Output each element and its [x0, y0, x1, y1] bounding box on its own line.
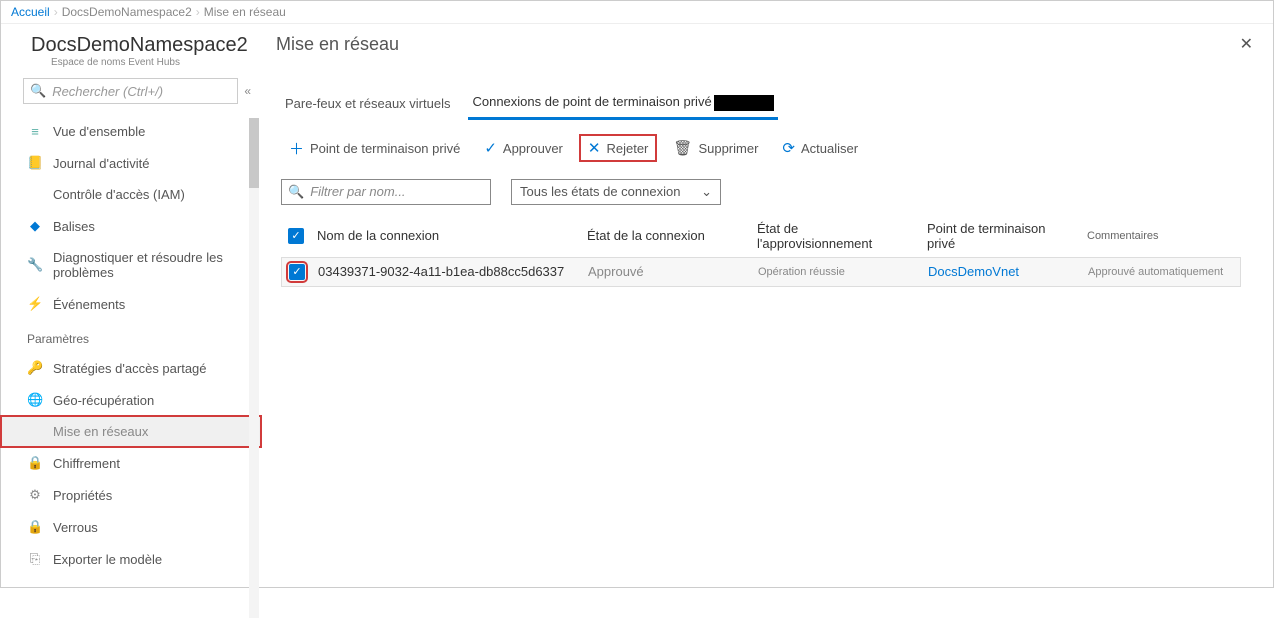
table-row[interactable]: ✓ 03439371-9032-4a11-b1ea-db88cc5d6337 A…: [281, 257, 1241, 287]
search-icon: 🔍: [30, 83, 46, 99]
bolt-icon: ⚡: [27, 296, 43, 312]
cell-connection-state: Approuvé: [582, 264, 752, 279]
tab-private-endpoint-connections[interactable]: Connexions de point de terminaison privé: [468, 88, 777, 120]
search-icon: 🔍: [288, 184, 304, 200]
sidebar-item-iam[interactable]: Contrôle d'accès (IAM): [1, 179, 261, 210]
sidebar-item-label: Vue d'ensemble: [53, 124, 145, 139]
sidebar-section-settings: Paramètres: [1, 320, 261, 352]
refresh-icon: ⟳: [782, 139, 795, 157]
wrench-icon: 🔧: [27, 257, 43, 273]
cell-provisioning-state: Opération réussie: [752, 266, 922, 278]
cell-private-endpoint-link[interactable]: DocsDemoVnet: [922, 264, 1082, 279]
refresh-button[interactable]: ⟳ Actualiser: [774, 135, 866, 161]
col-connection-state: État de la connexion: [581, 228, 751, 243]
button-label: Supprimer: [698, 141, 758, 156]
sidebar-item-locks[interactable]: 🔒 Verrous: [1, 511, 261, 543]
log-icon: 📒: [27, 155, 43, 171]
close-icon[interactable]: ✕: [1240, 34, 1253, 54]
sidebar-scrollbar-track[interactable]: [249, 118, 259, 618]
search-placeholder: Rechercher (Ctrl+/): [52, 84, 163, 99]
filter-state-dropdown[interactable]: Tous les états de connexion ⌄: [511, 179, 721, 205]
export-icon: ⎘: [27, 551, 43, 567]
breadcrumb-namespace[interactable]: DocsDemoNamespace2: [62, 5, 192, 19]
row-checkbox[interactable]: ✓: [289, 264, 305, 280]
search-input[interactable]: 🔍 Rechercher (Ctrl+/): [23, 78, 238, 104]
sidebar-item-label: Balises: [53, 219, 95, 234]
sidebar-item-label: Chiffrement: [53, 456, 120, 471]
sidebar-scrollbar-thumb[interactable]: [249, 118, 259, 188]
cell-connection-name: 03439371-9032-4a11-b1ea-db88cc5d6337: [312, 264, 582, 279]
col-private-endpoint: Point de terminaison privé: [921, 221, 1081, 251]
sidebar-item-label: Géo-récupération: [53, 393, 154, 408]
col-comments: Commentaires: [1081, 230, 1241, 242]
breadcrumb-home[interactable]: Accueil: [11, 5, 50, 19]
gear-icon: ⚙: [27, 487, 43, 503]
breadcrumb: Accueil › DocsDemoNamespace2 › Mise en r…: [1, 1, 1273, 24]
tab-firewalls[interactable]: Pare-feux et réseaux virtuels: [281, 90, 454, 117]
lock-icon: 🔒: [27, 519, 43, 535]
filter-row: 🔍 Filtrer par nom... Tous les états de c…: [281, 179, 1253, 205]
sidebar-menu: ≡ Vue d'ensemble 📒 Journal d'activité Cont…: [1, 112, 261, 575]
overview-icon: ≡: [27, 124, 43, 139]
check-icon: ✓: [484, 139, 497, 157]
sidebar-item-geo-recovery[interactable]: 🌐 Géo-récupération: [1, 384, 261, 416]
sidebar-item-diagnose[interactable]: 🔧 Diagnostiquer et résoudre les problèmes: [1, 242, 261, 288]
approve-button[interactable]: ✓ Approuver: [476, 135, 571, 161]
plus-icon: ＋: [289, 138, 304, 159]
table-header-row: ✓ Nom de la connexion État de la connexi…: [281, 215, 1241, 257]
connections-table: ✓ Nom de la connexion État de la connexi…: [281, 215, 1241, 287]
globe-icon: 🌐: [27, 392, 43, 408]
sidebar-item-activity-log[interactable]: 📒 Journal d'activité: [1, 147, 261, 179]
sidebar-item-label: Contrôle d'accès (IAM): [53, 187, 185, 202]
col-provisioning-state: État de l'approvisionnement: [751, 221, 921, 251]
dropdown-label: Tous les états de connexion: [520, 184, 680, 199]
add-private-endpoint-button[interactable]: ＋ Point de terminaison privé: [281, 134, 468, 163]
delete-button[interactable]: 🗑 Supprimer: [665, 135, 766, 161]
sidebar-item-label: Mise en réseaux: [53, 424, 148, 439]
trash-icon: 🗑: [673, 139, 692, 157]
sidebar-item-properties[interactable]: ⚙ Propriétés: [1, 479, 261, 511]
button-label: Point de terminaison privé: [310, 141, 460, 156]
reject-button[interactable]: ✕ Rejeter: [579, 134, 658, 162]
sidebar-item-label: Propriétés: [53, 488, 112, 503]
sidebar-item-overview[interactable]: ≡ Vue d'ensemble: [1, 116, 261, 147]
resource-subtitle: Espace de noms Event Hubs: [51, 57, 276, 68]
sidebar-item-networking[interactable]: Mise en réseaux: [1, 416, 261, 447]
sidebar-item-label: Stratégies d'accès partagé: [53, 361, 207, 376]
toolbar: ＋ Point de terminaison privé ✓ Approuver ✕…: [281, 134, 1253, 163]
key-icon: 🔑: [27, 360, 43, 376]
breadcrumb-page: Mise en réseau: [204, 5, 286, 19]
tab-bar: Pare-feux et réseaux virtuels Connexions…: [281, 88, 1253, 120]
main-panel: Pare-feux et réseaux virtuels Connexions…: [261, 78, 1273, 575]
x-icon: ✕: [588, 139, 601, 157]
cell-comments: Approuvé automatiquement: [1082, 266, 1240, 278]
lock-icon: 🔒: [27, 455, 43, 471]
sidebar-item-encryption[interactable]: 🔒 Chiffrement: [1, 447, 261, 479]
button-label: Rejeter: [606, 141, 648, 156]
redacted-block: [714, 95, 774, 111]
input-placeholder: Filtrer par nom...: [310, 184, 405, 199]
tab-label: Connexions de point de terminaison privé: [472, 94, 711, 109]
col-connection-name: Nom de la connexion: [311, 228, 581, 243]
page-title: Mise en réseau: [276, 34, 399, 55]
tags-icon: ◆: [27, 218, 43, 234]
sidebar-item-label: Exporter le modèle: [53, 552, 162, 567]
filter-name-input[interactable]: 🔍 Filtrer par nom...: [281, 179, 491, 205]
button-label: Actualiser: [801, 141, 858, 156]
sidebar: 🔍 Rechercher (Ctrl+/) « ≡ Vue d'ensemble …: [1, 78, 261, 575]
button-label: Approuver: [503, 141, 563, 156]
resource-title: DocsDemoNamespace2: [31, 34, 276, 57]
sidebar-item-tags[interactable]: ◆ Balises: [1, 210, 261, 242]
collapse-sidebar-icon[interactable]: «: [244, 84, 251, 98]
sidebar-item-shared-access[interactable]: 🔑 Stratégies d'accès partagé: [1, 352, 261, 384]
select-all-checkbox[interactable]: ✓: [288, 228, 304, 244]
sidebar-item-label: Verrous: [53, 520, 98, 535]
sidebar-item-label: Diagnostiquer et résoudre les problèmes: [53, 250, 251, 280]
sidebar-item-export-template[interactable]: ⎘ Exporter le modèle: [1, 543, 261, 575]
sidebar-item-events[interactable]: ⚡ Événements: [1, 288, 261, 320]
chevron-down-icon: ⌄: [701, 184, 712, 200]
sidebar-item-label: Événements: [53, 297, 125, 312]
page-header: DocsDemoNamespace2 Espace de noms Event …: [1, 24, 1273, 78]
sidebar-item-label: Journal d'activité: [53, 156, 149, 171]
